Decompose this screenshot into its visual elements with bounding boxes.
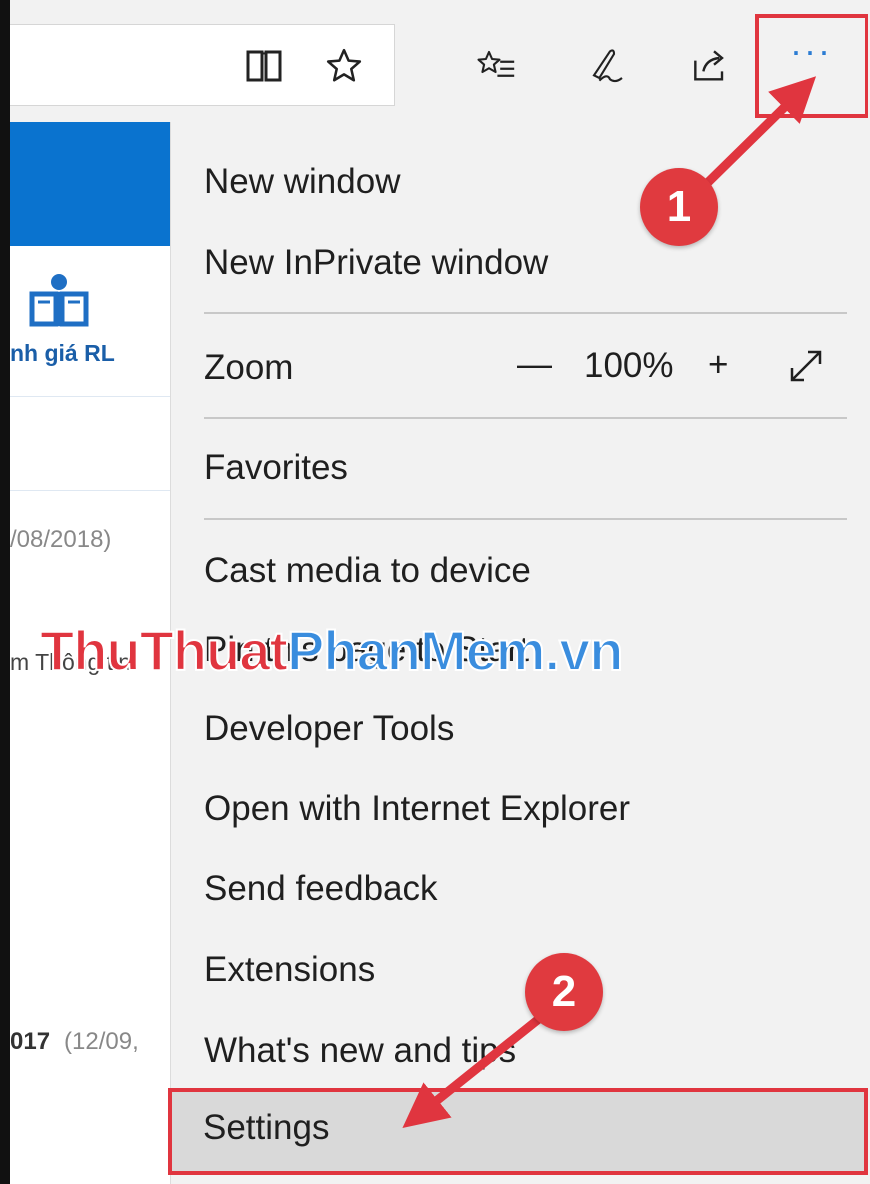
menu-item-extensions[interactable]: Extensions bbox=[171, 930, 870, 1010]
fullscreen-icon[interactable] bbox=[786, 346, 826, 395]
menu-item-favorites[interactable]: Favorites bbox=[171, 428, 870, 508]
watermark-part1: ThuThuat bbox=[39, 618, 289, 683]
zoom-out-button[interactable]: — bbox=[517, 345, 552, 385]
page-item-date: (12/09, bbox=[64, 1028, 139, 1055]
favorite-star-icon[interactable] bbox=[316, 38, 372, 94]
watermark-part2: PhanMem bbox=[286, 618, 546, 683]
reader-icon bbox=[28, 272, 90, 337]
zoom-in-button[interactable]: + bbox=[708, 345, 728, 385]
menu-separator bbox=[204, 417, 847, 419]
watermark-part3: .vn bbox=[544, 618, 625, 683]
menu-item-send-feedback[interactable]: Send feedback bbox=[171, 849, 870, 929]
page-banner bbox=[10, 122, 170, 246]
divider bbox=[10, 396, 170, 397]
menu-item-whats-new[interactable]: What's new and tips bbox=[171, 1011, 870, 1091]
page-link-text[interactable]: nh giá RL bbox=[10, 340, 115, 367]
menu-separator bbox=[204, 312, 847, 314]
menu-item-new-inprivate-window[interactable]: New InPrivate window bbox=[171, 223, 870, 303]
step-badge-2: 2 bbox=[525, 953, 603, 1031]
divider bbox=[10, 490, 170, 491]
zoom-level: 100% bbox=[584, 346, 674, 385]
zoom-label: Zoom bbox=[204, 348, 294, 387]
share-icon[interactable] bbox=[682, 38, 738, 94]
window-frame bbox=[0, 0, 10, 1184]
web-note-icon[interactable] bbox=[578, 38, 634, 94]
menu-separator bbox=[204, 518, 847, 520]
menu-item-new-window[interactable]: New window bbox=[171, 142, 870, 222]
menu-item-cast-media[interactable]: Cast media to device bbox=[171, 531, 870, 611]
menu-item-developer-tools[interactable]: Developer Tools bbox=[171, 689, 870, 769]
more-actions-icon[interactable]: ··· bbox=[790, 30, 832, 72]
step-badge-1: 1 bbox=[640, 168, 718, 246]
watermark: ThuThuatPhanMem.vn bbox=[39, 618, 625, 683]
menu-item-open-with-ie[interactable]: Open with Internet Explorer bbox=[171, 769, 870, 849]
menu-item-settings[interactable]: Settings bbox=[203, 1108, 329, 1148]
page-item-title: 017 bbox=[10, 1028, 51, 1055]
reading-view-icon[interactable] bbox=[236, 38, 292, 94]
page-item: 017 (12/09, bbox=[10, 1028, 139, 1056]
page-date: /08/2018) bbox=[10, 526, 112, 553]
favorites-hub-icon[interactable] bbox=[468, 38, 524, 94]
